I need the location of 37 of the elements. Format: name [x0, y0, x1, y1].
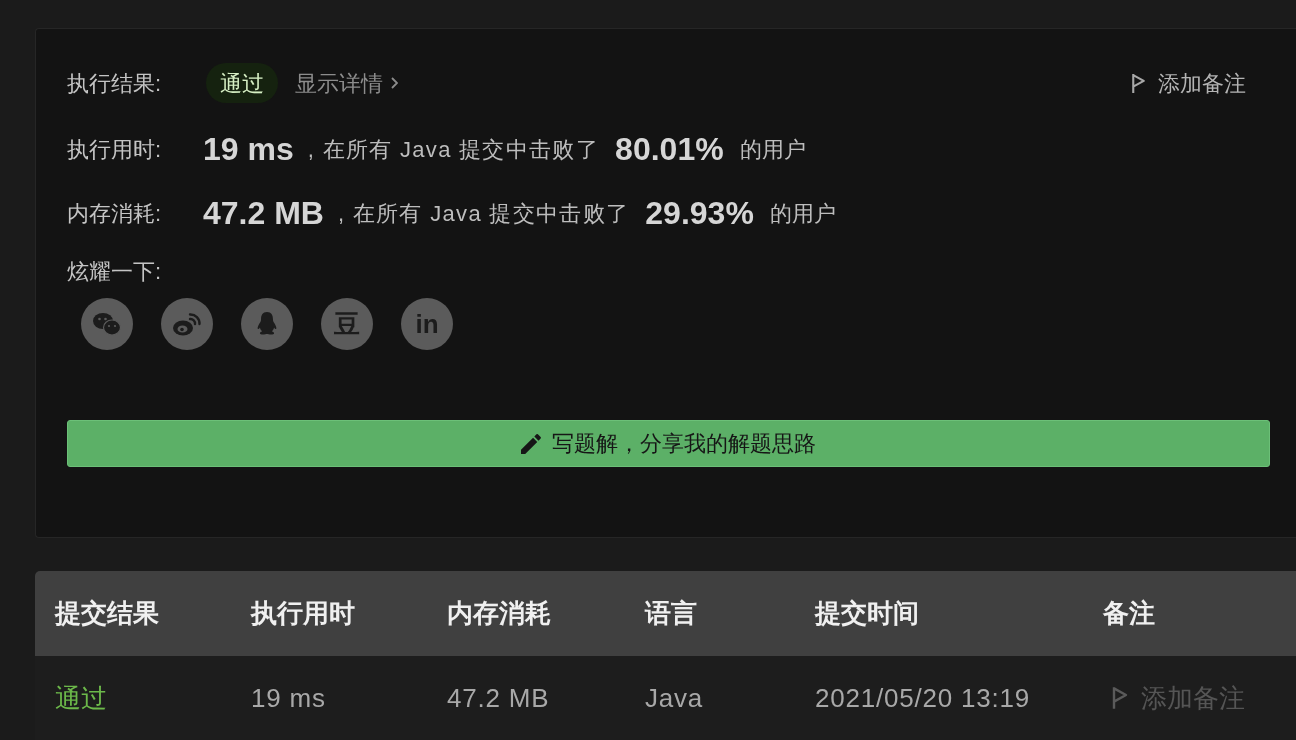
status-badge: 通过 [206, 63, 278, 103]
comparison-text: , 在所有 Java 提交中击败了 [337, 199, 630, 228]
details-link[interactable]: 显示详情 [295, 66, 398, 100]
chevron-right-icon [391, 77, 398, 89]
stat-value: 19 ms [203, 130, 294, 169]
stat-suffix: 的用户 [769, 199, 836, 228]
percentile-value: 80.01% [615, 130, 724, 169]
comparison-text: , 在所有 Java 提交中击败了 [307, 135, 600, 164]
stat-value: 47.2 MB [203, 194, 324, 233]
column-header: 执行用时 [251, 597, 355, 630]
share-button[interactable] [241, 298, 293, 350]
penguin-icon [256, 311, 278, 337]
stat-label: 执行用时: [67, 135, 163, 164]
percentile-value: 29.93% [645, 194, 754, 233]
column-header: 内存消耗 [447, 597, 551, 630]
table-cell-text: 47.2 MB [447, 681, 550, 715]
stat-suffix: 的用户 [739, 135, 806, 164]
table-cell-text: 通过 [55, 681, 107, 715]
result-label: 执行结果: [67, 69, 163, 98]
chat-bubbles-icon [93, 312, 121, 336]
column-header: 语言 [645, 597, 697, 630]
pencil-icon [521, 433, 542, 454]
flag-icon [1111, 686, 1129, 710]
table-cell-text: Java [645, 681, 704, 715]
add-note-button[interactable]: 添加备注 [1131, 66, 1246, 100]
column-header: 备注 [1103, 597, 1155, 630]
share-button[interactable] [161, 298, 213, 350]
share-label: 炫耀一下: [67, 257, 163, 286]
write-solution-button[interactable]: 写题解，分享我的解题思路 [67, 420, 1270, 467]
share-button[interactable] [81, 298, 133, 350]
table-cell-text: 19 ms [251, 681, 326, 715]
column-header: 提交时间 [815, 597, 919, 630]
eye-waves-icon [173, 312, 201, 336]
flag-icon [1131, 72, 1146, 94]
stat-label: 内存消耗: [67, 199, 163, 228]
column-header: 提交结果 [55, 597, 159, 630]
table-cell-text: 2021/05/20 13:19 [815, 681, 1030, 715]
